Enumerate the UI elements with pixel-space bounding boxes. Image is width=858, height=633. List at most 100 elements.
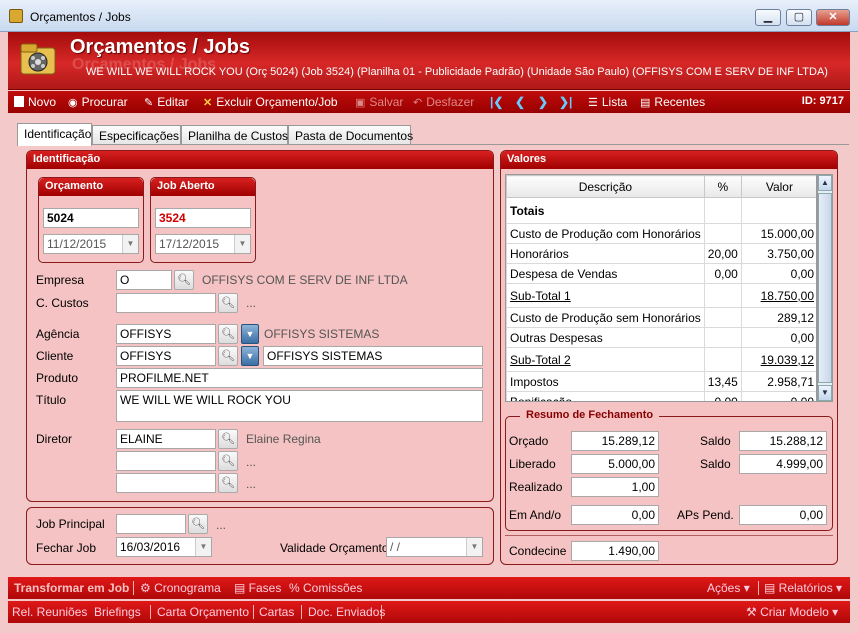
job-principal-name: ... (216, 518, 227, 532)
maximize-button[interactable]: ▢ (786, 9, 812, 26)
orcado-value: 15.289,12 (571, 431, 659, 451)
tab-divider (17, 144, 849, 145)
transformar-job-button[interactable]: Transformar em Job (14, 581, 129, 595)
list-button[interactable]: ☰ Lista (588, 95, 627, 109)
scroll-thumb[interactable] (818, 193, 832, 383)
agencia-code-input[interactable]: OFFISYS (116, 324, 216, 344)
liberado-label: Liberado (509, 457, 556, 471)
diretor-3-input[interactable] (116, 473, 216, 493)
empresa-code-input[interactable]: O (116, 270, 172, 290)
new-doc-icon (14, 96, 24, 107)
search-icon[interactable]: 🔍︎ (188, 514, 208, 534)
table-row[interactable]: Outras Despesas 0,00 (506, 327, 816, 348)
ccustos-name: ... (246, 296, 257, 310)
fechar-job-label: Fechar Job (36, 541, 97, 555)
save-button[interactable]: ▣ Salvar (355, 95, 403, 109)
app-icon (9, 9, 23, 23)
empresa-name: OFFISYS COM E SERV DE INF LTDA (202, 273, 408, 287)
previous-record-icon[interactable]: ❮ (515, 95, 525, 109)
table-row[interactable]: Custo de Produção sem Honorários 289,12 (506, 307, 816, 328)
produto-input[interactable]: PROFILME.NET (116, 368, 483, 388)
saldo-1-value: 15.288,12 (739, 431, 827, 451)
job-title: Job Aberto (151, 178, 255, 196)
diretor-2-input[interactable] (116, 451, 216, 471)
column-percent[interactable]: % (703, 175, 742, 198)
titulo-input[interactable]: WE WILL WE WILL ROCK YOU (116, 390, 483, 422)
recent-button[interactable]: ▤ Recentes (640, 95, 705, 109)
chevron-down-icon[interactable]: ▼ (122, 235, 138, 253)
delete-button[interactable]: ✕ Excluir Orçamento/Job (203, 95, 338, 109)
doc-enviados-link[interactable]: Doc. Enviados (308, 605, 385, 619)
edit-button[interactable]: ✎ Editar (144, 95, 189, 109)
chevron-down-icon[interactable]: ▼ (241, 346, 259, 366)
job-principal-input[interactable] (116, 514, 186, 534)
relatorios-menu[interactable]: ▤ Relatórios ▾ (764, 581, 842, 595)
condecine-label: Condecine (509, 544, 567, 558)
search-icon[interactable]: 🔍︎ (218, 429, 238, 449)
acoes-menu[interactable]: Ações ▾ (707, 581, 750, 595)
reunioes-link[interactable]: Rel. Reuniões (12, 605, 87, 619)
valores-scrollbar[interactable]: ▲ ▼ (817, 174, 833, 402)
briefings-link[interactable]: Briefings (94, 605, 141, 619)
close-button[interactable]: ✕ (816, 9, 850, 26)
criar-modelo-menu[interactable]: ⚒ Criar Modelo ▾ (746, 605, 838, 619)
diretor-label: Diretor (36, 432, 73, 446)
scroll-down-icon[interactable]: ▼ (818, 385, 832, 401)
column-descricao[interactable]: Descrição (506, 175, 705, 198)
job-number[interactable]: 3524 (155, 208, 251, 228)
table-row[interactable]: Honorários 20,00 3.750,00 (506, 243, 816, 264)
search-icon[interactable]: 🔍︎ (174, 270, 194, 290)
em-andamento-value: 0,00 (571, 505, 659, 525)
chevron-down-icon[interactable]: ▼ (234, 235, 250, 253)
valores-table: Descrição % Valor Totais Custo de Produç… (506, 175, 816, 401)
tab-planilha-custos[interactable]: Planilha de Custos (181, 125, 288, 145)
search-button[interactable]: ◉ Procurar (68, 95, 128, 109)
valores-grid: Descrição % Valor Totais Custo de Produç… (505, 174, 817, 402)
search-icon[interactable]: 🔍︎ (218, 451, 238, 471)
condecine-value: 1.490,00 (571, 541, 659, 561)
tab-identificacao[interactable]: Identificação (17, 123, 92, 146)
diretor-1-input[interactable]: ELAINE (116, 429, 216, 449)
comissoes-button[interactable]: % Comissões (289, 581, 362, 595)
table-row[interactable]: Impostos 13,45 2.958,71 (506, 371, 816, 392)
table-row[interactable]: Bonificação 0,00 0,00 (506, 391, 816, 401)
realizado-label: Realizado (509, 480, 563, 494)
cartas-link[interactable]: Cartas (259, 605, 294, 619)
table-row[interactable]: Despesa de Vendas 0,00 0,00 (506, 263, 816, 284)
table-row[interactable]: Sub-Total 1 18.750,00 (506, 283, 816, 308)
new-button[interactable]: Novo (14, 95, 56, 109)
cliente-code-input[interactable]: OFFISYS (116, 346, 216, 366)
chevron-down-icon[interactable]: ▼ (195, 538, 211, 556)
agencia-label: Agência (36, 327, 80, 341)
column-valor[interactable]: Valor (740, 175, 816, 198)
table-row[interactable]: Sub-Total 2 19.039,12 (506, 347, 816, 372)
validade-date[interactable]: / / ▼ (386, 537, 483, 557)
search-icon[interactable]: 🔍︎ (218, 346, 238, 366)
carta-orcamento-link[interactable]: Carta Orçamento (157, 605, 249, 619)
first-record-icon[interactable]: |❮ (490, 95, 503, 109)
cronograma-button[interactable]: ⚙︎ Cronograma (140, 581, 221, 595)
model-icon: ⚒ (746, 605, 761, 619)
job-date[interactable]: 17/12/2015 ▼ (155, 234, 251, 254)
search-icon[interactable]: 🔍︎ (218, 324, 238, 344)
undo-button[interactable]: ↶ Desfazer (413, 95, 474, 109)
save-icon: ▣ (355, 97, 366, 109)
search-icon[interactable]: 🔍︎ (218, 473, 238, 493)
scroll-up-icon[interactable]: ▲ (818, 175, 832, 191)
orcamento-number[interactable]: 5024 (43, 208, 139, 228)
chevron-down-icon[interactable]: ▼ (466, 538, 482, 556)
orcamento-date[interactable]: 11/12/2015 ▼ (43, 234, 139, 254)
table-row[interactable]: Custo de Produção com Honorários 15.000,0… (506, 223, 816, 244)
chevron-down-icon[interactable]: ▼ (241, 324, 259, 344)
next-record-icon[interactable]: ❯ (538, 95, 548, 109)
saldo-1-label: Saldo (700, 434, 731, 448)
fechar-job-date[interactable]: 16/03/2016 ▼ (116, 537, 212, 557)
fases-button[interactable]: ▤ Fases (234, 581, 281, 595)
tab-pasta-documentos[interactable]: Pasta de Documentos (288, 125, 413, 145)
ccustos-input[interactable] (116, 293, 216, 313)
search-icon[interactable]: 🔍︎ (218, 293, 238, 313)
minimize-button[interactable]: ▁ (755, 9, 781, 26)
table-row[interactable]: Totais (506, 197, 816, 224)
tab-especificacoes[interactable]: Especificações (92, 125, 181, 145)
last-record-icon[interactable]: ❯| (559, 95, 572, 109)
